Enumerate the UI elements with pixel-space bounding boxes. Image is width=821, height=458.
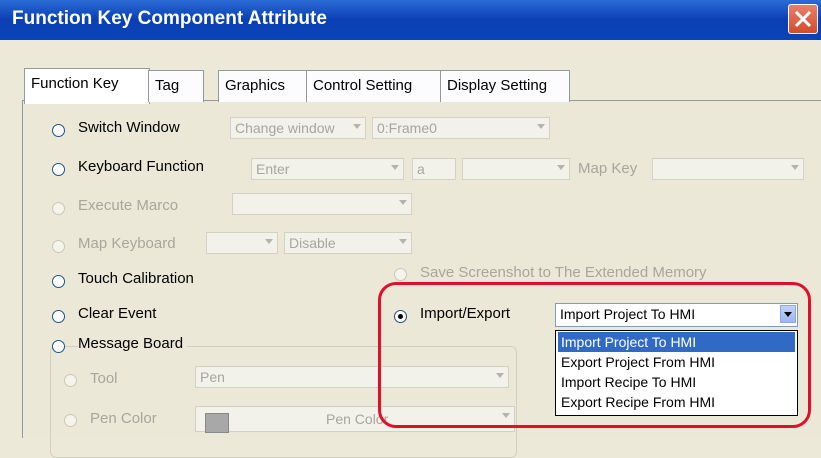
keyboard-function-radio[interactable]: [52, 163, 65, 176]
tab-display-setting[interactable]: Display Setting: [440, 70, 570, 102]
pen-color-radio[interactable]: [64, 414, 77, 427]
pen-color-label: Pen Color: [90, 410, 157, 427]
tab-label: Function Key: [31, 75, 119, 92]
touch-calibration-radio[interactable]: [52, 275, 65, 288]
chevron-down-icon: [537, 124, 545, 129]
window-combo-value: Change window: [235, 120, 335, 136]
chevron-down-icon: [791, 165, 799, 170]
marco-combo[interactable]: [232, 193, 412, 215]
tab-function-key[interactable]: Function Key: [24, 68, 150, 104]
map-mode-value: Disable: [289, 235, 336, 251]
message-board-label: Message Board: [78, 335, 188, 352]
clear-event-label: Clear Event: [78, 305, 157, 322]
map-key-label: Map Key: [578, 160, 638, 177]
tool-combo-value: Pen: [200, 369, 225, 385]
close-icon: [794, 10, 812, 28]
frame-combo-value: 0:Frame0: [377, 120, 437, 136]
chevron-down-icon: [265, 239, 273, 244]
map-key-combo[interactable]: [652, 158, 804, 180]
switch-window-label: Switch Window: [78, 119, 180, 136]
map-keyboard-radio[interactable]: [52, 240, 65, 253]
clear-event-radio[interactable]: [52, 310, 65, 323]
execute-marco-label: Execute Marco: [78, 197, 179, 214]
switch-window-radio[interactable]: [52, 124, 65, 137]
keyboard-function-label: Keyboard Function: [78, 158, 204, 175]
tab-control-setting[interactable]: Control Setting: [306, 70, 442, 102]
chevron-down-icon: [557, 165, 565, 170]
title-bar: Function Key Component Attribute: [0, 0, 821, 40]
chevron-down-icon: [399, 239, 407, 244]
window-title: Function Key Component Attribute: [12, 8, 327, 29]
touch-calibration-label: Touch Calibration: [78, 270, 194, 287]
close-button[interactable]: [788, 4, 818, 34]
chevron-down-icon: [391, 165, 399, 170]
tab-tag[interactable]: Tag: [148, 70, 204, 102]
map-key-select[interactable]: [206, 232, 278, 254]
save-screenshot-label: Save Screenshot to The Extended Memory: [420, 264, 707, 281]
key-combo-value: Enter: [256, 161, 290, 177]
tab-label: Tag: [155, 77, 180, 94]
tool-radio[interactable]: [64, 374, 77, 387]
execute-marco-radio[interactable]: [52, 202, 65, 215]
pen-color-swatch: [205, 413, 229, 433]
map-keyboard-label: Map Keyboard: [78, 235, 176, 252]
tab-label: Control Setting: [313, 77, 413, 94]
save-screenshot-radio[interactable]: [394, 268, 407, 281]
tab-label: Graphics: [225, 77, 286, 94]
window-combo[interactable]: Change window: [230, 117, 366, 139]
chevron-down-icon: [353, 124, 361, 129]
char-field[interactable]: a: [412, 158, 456, 180]
char-field-value: a: [417, 161, 425, 177]
key-combo[interactable]: Enter: [251, 158, 404, 180]
chevron-down-icon: [399, 200, 407, 205]
map-mode-combo[interactable]: Disable: [284, 232, 412, 254]
highlight-ring: [378, 282, 811, 428]
tab-graphics[interactable]: Graphics: [218, 70, 308, 102]
message-board-radio[interactable]: [52, 340, 65, 353]
frame-combo[interactable]: 0:Frame0: [372, 117, 550, 139]
tool-label: Tool: [90, 370, 118, 387]
tab-label: Display Setting: [447, 77, 548, 94]
char-combo[interactable]: [462, 158, 570, 180]
